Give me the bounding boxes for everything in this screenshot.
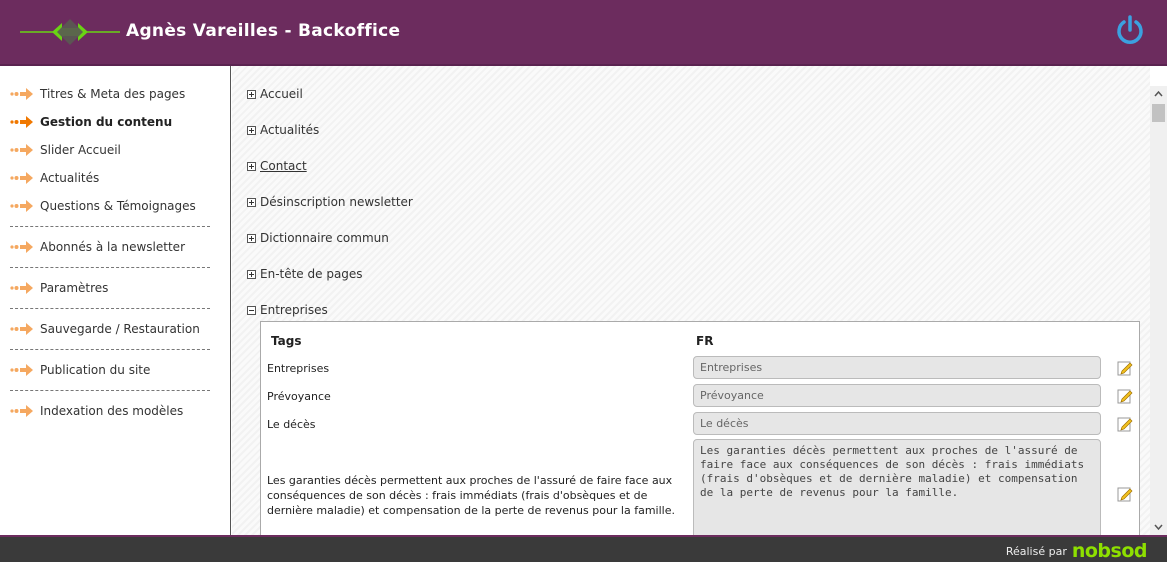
diamond-arrows-logo-icon <box>20 19 120 45</box>
expand-plus-icon[interactable] <box>247 89 256 99</box>
pencil-edit-icon[interactable] <box>1117 486 1133 502</box>
power-icon[interactable] <box>1115 15 1145 45</box>
app-title: Agnès Vareilles - Backoffice <box>126 21 401 41</box>
section-entreprises[interactable]: Entreprises <box>247 301 328 319</box>
sidebar-item-sauvegarde[interactable]: Sauvegarde / Restauration <box>10 319 220 339</box>
sidebar-item-gestion-contenu[interactable]: Gestion du contenu <box>10 112 220 132</box>
vertical-scrollbar[interactable] <box>1150 86 1167 535</box>
sidebar-item-label: Titres & Meta des pages <box>40 87 186 101</box>
sidebar-item-label: Indexation des modèles <box>40 404 184 418</box>
sidebar-item-label: Abonnés à la newsletter <box>40 240 185 254</box>
translation-input[interactable] <box>693 356 1101 379</box>
expand-plus-icon[interactable] <box>247 233 256 243</box>
arrow-right-icon <box>10 172 33 184</box>
sidebar-item-slider-accueil[interactable]: Slider Accueil <box>10 140 220 160</box>
arrow-right-icon <box>10 364 33 376</box>
sidebar-divider <box>10 226 210 227</box>
scroll-up-arrow-icon[interactable] <box>1150 86 1167 103</box>
arrow-right-icon <box>10 144 33 156</box>
arrow-right-icon <box>10 323 33 335</box>
credit-label: Réalisé par <box>1005 544 1067 558</box>
arrow-right-icon <box>10 200 33 212</box>
translation-input[interactable] <box>693 384 1101 407</box>
sidebar-divider <box>10 390 210 391</box>
sidebar-item-questions-temoignages[interactable]: Questions & Témoignages <box>10 196 220 216</box>
arrow-right-icon <box>10 241 33 253</box>
sidebar-item-actualites[interactable]: Actualités <box>10 168 220 188</box>
section-label: En-tête de pages <box>260 267 363 281</box>
pencil-edit-icon[interactable] <box>1117 388 1133 404</box>
section-dictionnaire-commun[interactable]: Dictionnaire commun <box>247 229 389 247</box>
section-label: Désinscription newsletter <box>260 195 413 209</box>
section-label: Entreprises <box>260 303 328 317</box>
sidebar-item-label: Paramètres <box>40 281 109 295</box>
scrollbar-thumb[interactable] <box>1152 104 1165 122</box>
tag-label: Les garanties décès permettent aux proch… <box>267 474 675 517</box>
expand-plus-icon[interactable] <box>247 269 256 279</box>
expand-plus-icon[interactable] <box>247 125 256 135</box>
top-header: Agnès Vareilles - Backoffice <box>0 0 1167 66</box>
entreprises-tags-panel: Tags FR Entreprises Prévoyance Le décès … <box>260 321 1140 535</box>
collapse-minus-icon[interactable] <box>247 305 256 315</box>
footer-bar: Réalisé par nobsod <box>0 535 1167 562</box>
translation-input[interactable] <box>693 412 1101 435</box>
section-contact[interactable]: Contact <box>247 157 307 175</box>
section-accueil[interactable]: Accueil <box>247 85 303 103</box>
tag-label: Le décès <box>267 418 316 431</box>
translation-textarea[interactable]: Les garanties décès permettent aux proch… <box>693 439 1101 535</box>
agency-logo[interactable]: nobsod <box>1072 542 1148 561</box>
scroll-down-arrow-icon[interactable] <box>1150 518 1167 535</box>
pencil-edit-icon[interactable] <box>1117 416 1133 432</box>
section-label[interactable]: Contact <box>260 159 307 173</box>
content-area: Accueil Actualités Contact Désinscriptio… <box>232 66 1150 535</box>
pencil-edit-icon[interactable] <box>1117 360 1133 376</box>
sidebar-item-label: Actualités <box>40 171 100 185</box>
expand-plus-icon[interactable] <box>247 161 256 171</box>
section-label: Actualités <box>260 123 320 137</box>
sidebar-item-abonnes-newsletter[interactable]: Abonnés à la newsletter <box>10 237 220 257</box>
section-desinscription-newsletter[interactable]: Désinscription newsletter <box>247 193 413 211</box>
sidebar-item-label: Sauvegarde / Restauration <box>40 322 200 336</box>
sidebar-divider <box>10 308 210 309</box>
section-actualites[interactable]: Actualités <box>247 121 319 139</box>
sidebar-item-publication[interactable]: Publication du site <box>10 360 220 380</box>
sidebar-divider <box>10 349 210 350</box>
sidebar-item-titres-meta[interactable]: Titres & Meta des pages <box>10 84 220 104</box>
tag-label: Prévoyance <box>267 390 331 403</box>
expand-plus-icon[interactable] <box>247 197 256 207</box>
footer-credit: Réalisé par nobsod <box>1005 542 1148 561</box>
sidebar-item-indexation[interactable]: Indexation des modèles <box>10 401 220 421</box>
section-label: Accueil <box>260 87 303 101</box>
column-header-lang: FR <box>696 334 714 348</box>
sidebar-item-parametres[interactable]: Paramètres <box>10 278 220 298</box>
sidebar-item-label: Publication du site <box>40 363 151 377</box>
arrow-right-icon <box>10 282 33 294</box>
tag-label: Entreprises <box>267 362 330 375</box>
arrow-right-icon <box>10 405 33 417</box>
column-header-tags: Tags <box>271 334 302 348</box>
sidebar-item-label: Slider Accueil <box>40 143 121 157</box>
sidebar-item-label: Questions & Témoignages <box>40 199 196 213</box>
section-en-tete-pages[interactable]: En-tête de pages <box>247 265 363 283</box>
sidebar-item-label: Gestion du contenu <box>40 115 173 129</box>
arrow-right-icon <box>10 116 33 128</box>
section-label: Dictionnaire commun <box>260 231 389 245</box>
arrow-right-icon <box>10 88 33 100</box>
sidebar-divider <box>10 267 210 268</box>
sidebar-nav: Titres & Meta des pages Gestion du conte… <box>0 66 231 535</box>
